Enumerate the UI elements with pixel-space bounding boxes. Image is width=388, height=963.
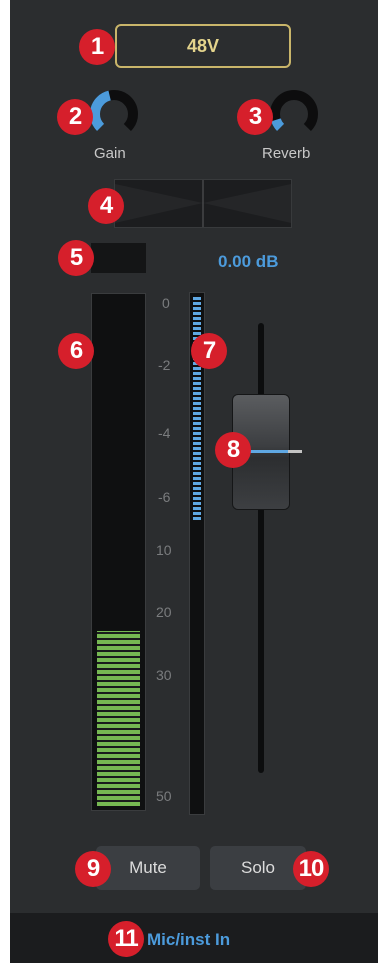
scale-tick: -6	[158, 489, 171, 505]
scale-tick: 20	[156, 604, 172, 620]
input-level-meter	[91, 293, 146, 811]
fader-track[interactable]	[258, 323, 264, 773]
input-source-label[interactable]: Mic/inst In	[147, 930, 230, 950]
mute-button[interactable]: Mute	[96, 846, 200, 890]
fader-db-readout: 0.00 dB	[218, 252, 279, 271]
scale-tick: -4	[158, 425, 171, 441]
callout-badge: 4	[88, 188, 124, 224]
gain-label: Gain	[94, 145, 126, 162]
callout-badge: 11	[108, 921, 144, 957]
fader-position-marker	[288, 450, 302, 453]
callout-badge: 7	[191, 333, 227, 369]
phantom-power-button[interactable]: 48V	[115, 24, 291, 68]
callout-badge: 8	[215, 432, 251, 468]
callout-badge: 10	[293, 851, 329, 887]
scale-tick: 50	[156, 788, 172, 804]
clip-indicator	[91, 243, 146, 273]
reverb-label: Reverb	[262, 145, 311, 162]
reverb-knob[interactable]	[268, 88, 320, 140]
scale-tick: -2	[158, 357, 171, 373]
scale-tick: 0	[162, 295, 170, 311]
callout-badge: 1	[79, 29, 115, 65]
callout-badge: 3	[237, 99, 273, 135]
pan-control[interactable]	[114, 179, 292, 228]
callout-badge: 5	[58, 240, 94, 276]
solo-button[interactable]: Solo	[210, 846, 306, 890]
input-level-fill	[97, 630, 140, 806]
callout-badge: 9	[75, 851, 111, 887]
scale-tick: 10	[156, 542, 172, 558]
scale-tick: 30	[156, 667, 172, 683]
callout-badge: 6	[58, 333, 94, 369]
fader-level-meter	[189, 292, 205, 815]
gain-knob[interactable]	[88, 88, 140, 140]
callout-badge: 2	[57, 99, 93, 135]
fader-level-fill	[193, 297, 201, 522]
